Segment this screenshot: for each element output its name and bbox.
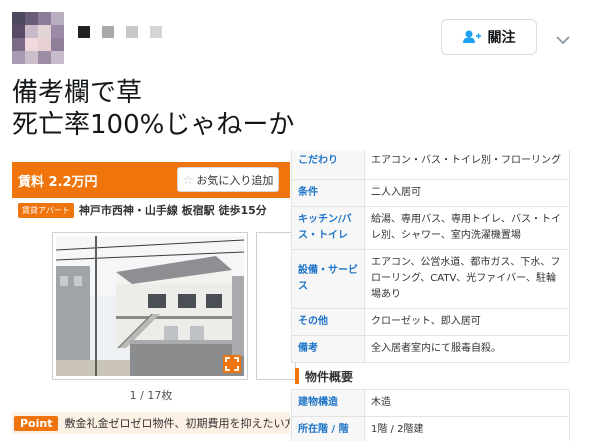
tweet-line-2: 死亡率100%じゃねーか	[12, 110, 295, 140]
location-row: 賃貸アパート 神戸市西神・山手線 板宿駅 徒歩15分	[18, 202, 267, 218]
expand-icon[interactable]	[223, 355, 241, 373]
spec-key: 条件	[291, 179, 365, 207]
point-text: 敷金礼金ゼロゼロ物件、初期費用を抑えたい方	[64, 417, 290, 430]
next-photo-thumbnail[interactable]	[256, 232, 296, 380]
overview-key: 所在階 / 階	[291, 416, 365, 441]
tweet-line-1: 備考欄で草	[12, 78, 143, 108]
spec-row: 備考 全入居者室内にて服毒自殺。	[291, 335, 570, 363]
rent-price: 賃料 2.2万円	[18, 175, 98, 190]
spec-row: 設備・サービス エアコン、公営水道、都市ガス、下水、フローリング、CATV、光フ…	[291, 249, 570, 309]
spec-row: その他 クローゼット、即入居可	[291, 308, 570, 336]
section-title: 物件概要	[305, 369, 354, 384]
overview-row: 所在階 / 階 1階 / 2階建	[291, 416, 570, 441]
spec-key: その他	[291, 308, 365, 336]
point-badge: Point	[14, 415, 59, 431]
overview-table: 建物構造 木造 所在階 / 階 1階 / 2階建	[291, 389, 570, 441]
spec-key: キッチン/バス・トイレ	[291, 206, 365, 250]
point-row: Point 敷金礼金ゼロゼロ物件、初期費用を抑えたい方	[12, 412, 290, 434]
listing-left-panel: 賃料 2.2万円 ☆ お気に入り追加 賃貸アパート 神戸市西神・山手線 板宿駅 …	[12, 150, 296, 441]
property-overview-heading: 物件概要	[291, 363, 570, 389]
photo-counter: 1 / 17枚	[129, 389, 173, 402]
follow-label: 關注	[487, 30, 516, 46]
overview-value: 1階 / 2階建	[364, 416, 570, 441]
follow-button[interactable]: 關注	[441, 19, 537, 55]
apartment-photo	[56, 236, 244, 376]
property-photo[interactable]	[52, 232, 248, 380]
price-bar: 賃料 2.2万円 ☆ お気に入り追加	[12, 162, 290, 198]
chevron-down-icon[interactable]	[556, 30, 570, 49]
spec-row: キッチン/バス・トイレ 給湯、専用バス、専用トイレ、バス・トイレ別、シャワー、室…	[291, 206, 570, 250]
section-accent	[295, 368, 299, 384]
add-favorite-button[interactable]: ☆ お気に入り追加	[177, 167, 279, 192]
attached-image[interactable]: 賃料 2.2万円 ☆ お気に入り追加 賃貸アパート 神戸市西神・山手線 板宿駅 …	[12, 150, 570, 441]
spec-value: エアコン・バス・トイレ別・フローリング	[364, 150, 570, 180]
listing-spec-panel: こだわり エアコン・バス・トイレ別・フローリング 条件 二人入居可 キッチン/バ…	[291, 150, 570, 441]
spec-value: 全入居者室内にて服毒自殺。	[364, 335, 570, 363]
overview-key: 建物構造	[291, 389, 365, 417]
add-favorite-label: お気に入り追加	[196, 173, 274, 187]
tweet-text: 備考欄で草 死亡率100%じゃねーか	[12, 77, 572, 141]
add-user-icon	[462, 30, 481, 44]
spec-key: 備考	[291, 335, 365, 363]
star-icon: ☆	[182, 172, 194, 187]
spec-row: こだわり エアコン・バス・トイレ別・フローリング	[291, 150, 570, 180]
username-redacted[interactable]	[78, 26, 162, 38]
spec-key: 設備・サービス	[291, 249, 365, 309]
spec-table: こだわり エアコン・バス・トイレ別・フローリング 条件 二人入居可 キッチン/バ…	[291, 150, 570, 363]
spec-value: エアコン、公営水道、都市ガス、下水、フローリング、CATV、光ファイバー、駐輪場…	[364, 249, 570, 309]
spec-value: 二人入居可	[364, 179, 570, 207]
property-type-badge: 賃貸アパート	[18, 202, 74, 218]
spec-key: こだわり	[291, 150, 365, 180]
overview-value: 木造	[364, 389, 570, 417]
spec-value: クローゼット、即入居可	[364, 308, 570, 336]
avatar[interactable]	[12, 12, 64, 64]
spec-row: 条件 二人入居可	[291, 179, 570, 207]
overview-row: 建物構造 木造	[291, 389, 570, 417]
station-access: 神戸市西神・山手線 板宿駅 徒歩15分	[78, 204, 267, 217]
spec-value: 給湯、専用バス、専用トイレ、バス・トイレ別、シャワー、室内洗濯機置場	[364, 206, 570, 250]
